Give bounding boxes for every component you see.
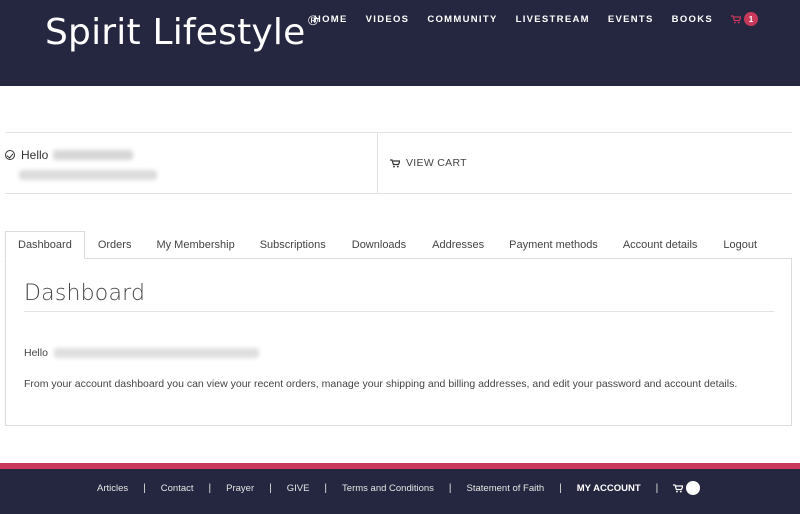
user-greeting-cell: Hello xyxy=(5,133,378,193)
site-footer: Articles | Contact | Prayer | GIVE | Ter… xyxy=(0,469,800,514)
nav-livestream[interactable]: LIVESTREAM xyxy=(516,14,590,25)
cart-icon xyxy=(390,158,400,168)
footer-separator: | xyxy=(143,482,146,494)
nav-books[interactable]: BOOKS xyxy=(672,14,713,25)
view-cart-link[interactable]: VIEW CART xyxy=(390,157,467,169)
main-nav: HOME VIDEOS COMMUNITY LIVESTREAM EVENTS … xyxy=(314,12,758,26)
site-header: Spirit Lifestyle® HOME VIDEOS COMMUNITY … xyxy=(0,0,800,86)
footer-cart-count-badge xyxy=(686,481,701,495)
dashboard-description: From your account dashboard you can view… xyxy=(24,378,738,390)
nav-events[interactable]: EVENTS xyxy=(608,14,654,25)
footer-separator: | xyxy=(655,482,659,494)
page-title: Dashboard xyxy=(24,281,146,306)
footer-separator: | xyxy=(269,482,272,494)
footer-link-give[interactable]: GIVE xyxy=(287,483,310,494)
tab-dashboard[interactable]: Dashboard xyxy=(5,231,85,259)
tab-my-membership[interactable]: My Membership xyxy=(156,231,234,259)
footer-link-prayer[interactable]: Prayer xyxy=(226,483,254,494)
footer-separator: | xyxy=(448,482,452,494)
cart-count-badge: 1 xyxy=(744,12,758,26)
tab-account-details[interactable]: Account details xyxy=(623,231,698,259)
dashboard-content: Dashboard Hello From your account dashbo… xyxy=(5,258,792,426)
cart-icon xyxy=(673,483,684,493)
nav-community[interactable]: COMMUNITY xyxy=(427,14,497,25)
site-logo[interactable]: Spirit Lifestyle® xyxy=(45,12,320,53)
footer-cart-button[interactable] xyxy=(673,481,701,495)
title-divider xyxy=(24,311,774,312)
footer-link-terms[interactable]: Terms and Conditions xyxy=(342,483,434,494)
redacted-user-info xyxy=(53,348,259,358)
footer-nav: Articles | Contact | Prayer | GIVE | Ter… xyxy=(97,481,701,495)
redacted-email xyxy=(19,170,157,180)
footer-separator: | xyxy=(208,482,212,494)
footer-separator: | xyxy=(559,482,562,494)
footer-link-articles[interactable]: Articles xyxy=(97,483,128,494)
tab-addresses[interactable]: Addresses xyxy=(432,231,484,259)
dashboard-greeting: Hello xyxy=(24,347,259,359)
tab-orders[interactable]: Orders xyxy=(98,231,132,259)
account-info-panel: Hello VIEW CART xyxy=(5,132,792,194)
dashboard-greeting-label: Hello xyxy=(24,347,48,359)
tab-logout[interactable]: Logout xyxy=(723,231,757,259)
tab-downloads[interactable]: Downloads xyxy=(352,231,406,259)
footer-link-my-account[interactable]: MY ACCOUNT xyxy=(577,483,641,494)
redacted-username xyxy=(53,150,134,160)
tab-subscriptions[interactable]: Subscriptions xyxy=(260,231,326,259)
account-tabs: Dashboard Orders My Membership Subscript… xyxy=(5,231,757,259)
header-cart-button[interactable]: 1 xyxy=(731,12,758,26)
nav-videos[interactable]: VIDEOS xyxy=(366,14,410,25)
user-greeting: Hello xyxy=(5,148,134,162)
cart-icon xyxy=(731,14,741,24)
nav-home[interactable]: HOME xyxy=(314,14,348,25)
footer-link-contact[interactable]: Contact xyxy=(161,483,194,494)
logo-text: Spirit Lifestyle xyxy=(45,12,306,53)
footer-separator: | xyxy=(324,482,328,494)
greeting-label: Hello xyxy=(21,148,49,162)
view-cart-label: VIEW CART xyxy=(406,157,467,169)
check-circle-icon xyxy=(5,150,15,160)
tab-payment-methods[interactable]: Payment methods xyxy=(509,231,598,259)
footer-link-statement-of-faith[interactable]: Statement of Faith xyxy=(467,483,545,494)
